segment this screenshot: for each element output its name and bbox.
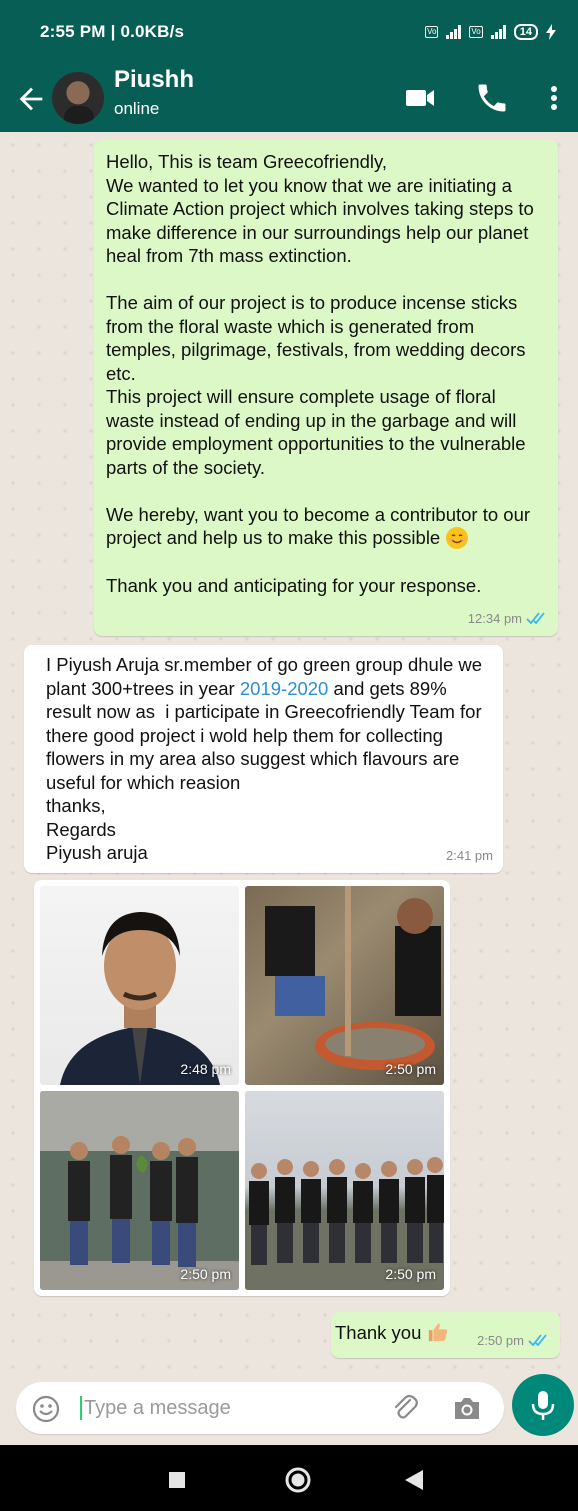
video-call-icon[interactable] bbox=[402, 80, 438, 116]
text-cursor bbox=[80, 1396, 82, 1420]
message-input[interactable] bbox=[84, 1392, 384, 1424]
photo-image bbox=[265, 886, 441, 1070]
photo-image bbox=[245, 1157, 444, 1290]
more-vert-icon[interactable] bbox=[536, 80, 572, 116]
photo-group-large[interactable]: 2:50 pm bbox=[245, 1091, 444, 1290]
message-composer bbox=[16, 1382, 504, 1434]
chat-area[interactable]: Hello, This is team Greecofriendly, We w… bbox=[0, 132, 578, 1380]
back-nav-icon[interactable] bbox=[404, 1469, 424, 1491]
thumbs-up-emoji-icon bbox=[427, 1321, 449, 1343]
message-text: Thank you bbox=[335, 1322, 422, 1343]
chat-header: Piushh online bbox=[0, 66, 578, 132]
photo-image bbox=[40, 1091, 239, 1290]
signal-icon-2 bbox=[490, 25, 506, 39]
outgoing-message[interactable]: Thank you 2:50 pm bbox=[331, 1312, 560, 1358]
system-nav-bar bbox=[0, 1445, 578, 1511]
volte-icon-2: Vo bbox=[469, 26, 483, 38]
back-arrow-icon[interactable] bbox=[14, 82, 48, 116]
smiling-face-emoji-icon bbox=[446, 527, 469, 549]
volte-icon: Vo bbox=[425, 26, 439, 38]
status-bar: 2:55 PM | 0.0KB/s Vo Vo 14 bbox=[0, 0, 578, 66]
message-text: Hello, This is team Greecofriendly, We w… bbox=[106, 151, 534, 548]
status-time: 2:55 PM | 0.0KB/s bbox=[40, 22, 185, 41]
contact-name[interactable]: Piushh bbox=[114, 66, 194, 94]
recents-icon[interactable] bbox=[168, 1471, 186, 1489]
mic-icon bbox=[531, 1391, 555, 1420]
photo-time: 2:48 pm bbox=[180, 1060, 231, 1077]
signal-icon bbox=[446, 25, 462, 39]
emoji-icon[interactable] bbox=[32, 1395, 60, 1423]
status-icons: Vo Vo 14 bbox=[425, 24, 556, 40]
double-check-icon bbox=[528, 1334, 547, 1347]
photo-image bbox=[60, 912, 220, 1085]
message-meta: 2:41 pm bbox=[446, 844, 493, 868]
incoming-message[interactable]: I Piyush Aruja sr.member of go green gro… bbox=[24, 645, 503, 873]
photo-album-message[interactable]: 2:48 pm 2:50 pm 2:50 pm 2:50 pm bbox=[34, 880, 450, 1296]
photo-time: 2:50 pm bbox=[385, 1060, 436, 1077]
paperclip-icon[interactable] bbox=[390, 1392, 420, 1422]
contact-status: online bbox=[114, 99, 160, 118]
photo-portrait[interactable]: 2:48 pm bbox=[40, 886, 239, 1085]
message-meta: 12:34 pm bbox=[468, 607, 548, 631]
message-link[interactable]: 2019-2020 bbox=[240, 678, 328, 699]
battery-icon: 14 bbox=[513, 24, 538, 40]
photo-planting[interactable]: 2:50 pm bbox=[245, 886, 444, 1085]
home-icon[interactable] bbox=[284, 1466, 312, 1494]
phone-icon[interactable] bbox=[474, 80, 510, 116]
photo-time: 2:50 pm bbox=[385, 1265, 436, 1282]
message-text-b: and gets 89% result now as i participate… bbox=[46, 677, 482, 864]
message-time: 2:50 pm bbox=[477, 1332, 524, 1348]
charging-icon bbox=[546, 24, 556, 40]
message-time: 2:41 pm bbox=[446, 847, 493, 863]
double-check-icon bbox=[526, 612, 545, 625]
message-time: 12:34 pm bbox=[467, 610, 522, 626]
photo-time: 2:50 pm bbox=[180, 1265, 231, 1282]
photo-group-small[interactable]: 2:50 pm bbox=[40, 1091, 239, 1290]
avatar[interactable] bbox=[52, 72, 104, 124]
outgoing-message[interactable]: Hello, This is team Greecofriendly, We w… bbox=[94, 140, 558, 636]
mic-button[interactable] bbox=[512, 1374, 574, 1436]
message-meta: 2:50 pm bbox=[477, 1329, 550, 1353]
message-text-end: Thank you and anticipating for your resp… bbox=[106, 574, 482, 596]
camera-icon[interactable] bbox=[452, 1394, 482, 1422]
